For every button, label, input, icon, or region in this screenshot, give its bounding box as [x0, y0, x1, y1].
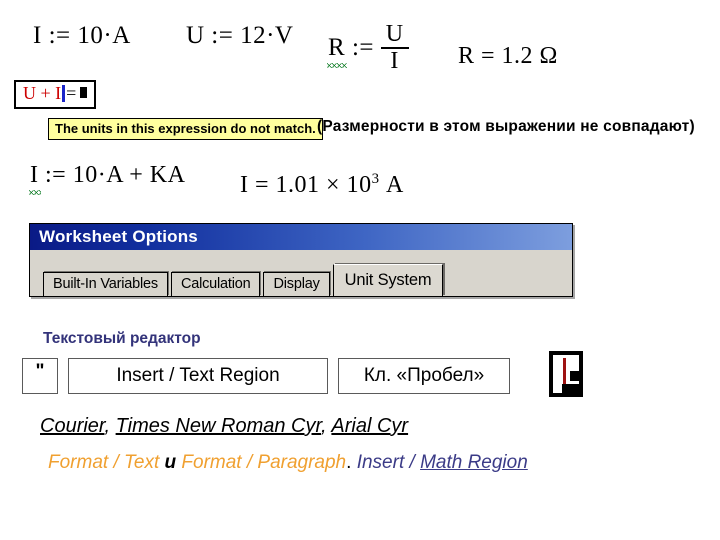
fonts-separator-1: ,	[104, 415, 116, 437]
spell-error-underline-r: R	[326, 34, 348, 68]
menu-conjunction: и	[159, 452, 182, 473]
menu-math-region: Math Region	[420, 452, 528, 473]
formula-current-bad-units: I := 10·A + KA	[29, 162, 186, 195]
fraction-u-over-i: U I	[380, 21, 409, 74]
result-placeholder	[80, 87, 88, 98]
dialog-tab-row: Built-In Variables Calculation Display U…	[43, 264, 446, 296]
menu-period: .	[346, 452, 357, 473]
formula-current-definition: I := 10·A	[33, 22, 131, 49]
cursor-block-bottom	[562, 384, 579, 393]
font-name-courier: Courier	[40, 415, 105, 437]
section-title-text-editor: Текстовый редактор	[43, 330, 201, 347]
current-result-mantissa: I = 1.01 × 10	[240, 172, 372, 198]
menu-commands-line: Format / Text и Format / Paragraph. Inse…	[48, 452, 528, 474]
font-name-arial-cyr: Arial Cyr	[331, 415, 409, 437]
error-operand-right: I	[55, 83, 62, 103]
error-expression-region[interactable]: U + I =	[14, 80, 97, 109]
tab-unit-system[interactable]: Unit System	[332, 264, 444, 296]
menu-format-paragraph: Format / Paragraph	[181, 452, 347, 473]
current-result-exponent: 3	[371, 171, 380, 187]
annotation-units-mismatch-ru: (Размерности в этом выражении не совпада…	[317, 118, 695, 135]
error-operand-left: U	[23, 83, 36, 103]
tab-calculation[interactable]: Calculation	[170, 272, 261, 296]
menu-format-text: Format / Text	[48, 452, 160, 473]
formula-resistance-definition: R := U I	[326, 21, 409, 74]
space-key-box[interactable]: Кл. «Пробел»	[338, 358, 510, 394]
cursor-block-middle	[570, 371, 579, 381]
tab-built-in-variables[interactable]: Built-In Variables	[43, 272, 168, 296]
spell-error-underline-i: I	[29, 162, 40, 195]
quote-key-box[interactable]: "	[22, 358, 58, 394]
current-result-unit: A	[386, 172, 404, 198]
worksheet-options-dialog[interactable]: Worksheet Options Built-In Variables Cal…	[29, 223, 573, 297]
error-operator: +	[40, 83, 51, 103]
bad-units-rest: := 10·A + KA	[38, 162, 186, 188]
fonts-list-line: Courier, Times New Roman Cyr, Arial Cyr	[40, 415, 408, 438]
fraction-denominator: I	[380, 47, 409, 74]
text-cursor-icon	[549, 351, 583, 397]
fonts-separator-2: ,	[321, 415, 332, 437]
menu-path-insert-text-region-box[interactable]: Insert / Text Region	[68, 358, 328, 394]
units-mismatch-tooltip: The units in this expression do not matc…	[48, 118, 323, 140]
menu-insert-prefix: Insert /	[356, 452, 421, 473]
formula-voltage-definition: U := 12·V	[186, 22, 294, 49]
formula-current-result: I = 1.01 × 103 A	[240, 172, 404, 199]
fraction-numerator: U	[385, 21, 404, 47]
text-cursor	[62, 85, 66, 102]
formula-resistance-result: R = 1.2 Ω	[458, 43, 558, 69]
dialog-title-bar: Worksheet Options	[30, 224, 572, 250]
tab-display[interactable]: Display	[263, 272, 330, 296]
error-equals-sign: =	[66, 83, 77, 103]
dialog-tab-area: Built-In Variables Calculation Display U…	[30, 250, 572, 296]
assign-operator: :=	[345, 34, 374, 61]
font-name-times-new-roman-cyr: Times New Roman Cyr	[115, 415, 322, 437]
